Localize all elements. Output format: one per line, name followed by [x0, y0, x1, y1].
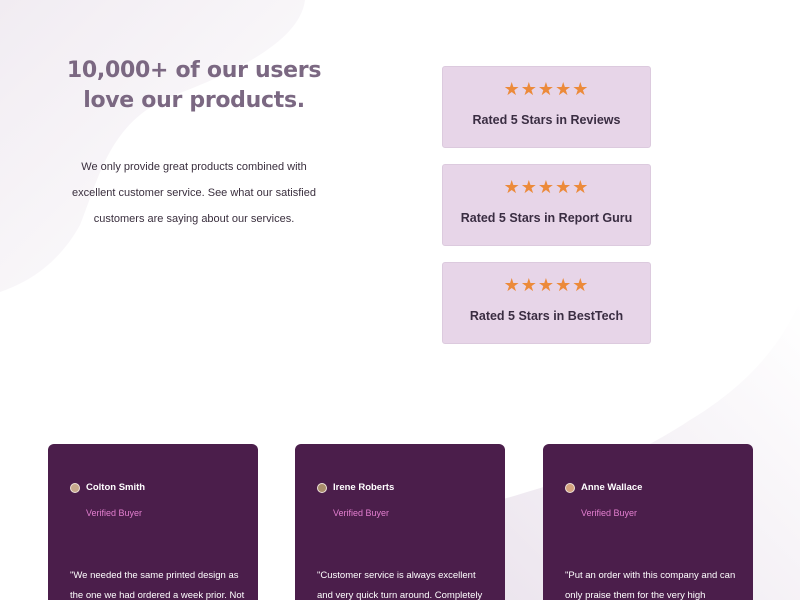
- avatar: [565, 482, 575, 493]
- avatar: [317, 482, 327, 493]
- rating-label: Rated 5 Stars in Report Guru: [460, 211, 633, 225]
- verified-buyer-badge: Verified Buyer: [581, 508, 638, 518]
- testimonial-card: Irene Roberts Verified Buyer "Customer s…: [295, 444, 505, 600]
- hero-title: 10,000+ of our users love our products.: [66, 58, 322, 113]
- testimonial-header: Colton Smith: [70, 482, 145, 493]
- avatar: [70, 482, 80, 493]
- testimonial-quote: "Put an order with this company and can …: [565, 570, 736, 600]
- testimonial-card: Anne Wallace Verified Buyer "Put an orde…: [543, 444, 753, 600]
- rating-card-reviews: ★★★★★ Rated 5 Stars in Reviews: [442, 66, 651, 148]
- testimonial-quote: "Customer service is always excellent an…: [317, 570, 483, 600]
- hero-section: 10,000+ of our users love our products. …: [60, 56, 328, 232]
- star-rating-icon: ★★★★★: [503, 177, 590, 198]
- rating-card-report-guru: ★★★★★ Rated 5 Stars in Report Guru: [442, 164, 651, 246]
- star-rating-icon: ★★★★★: [503, 79, 590, 100]
- reviewer-name: Anne Wallace: [581, 482, 643, 493]
- testimonial-quote: "We needed the same printed design as th…: [70, 570, 245, 600]
- hero-description: We only provide great products combined …: [72, 161, 316, 225]
- reviewer-name: Irene Roberts: [333, 482, 395, 493]
- reviewer-name: Colton Smith: [86, 482, 146, 493]
- verified-buyer-badge: Verified Buyer: [333, 508, 390, 518]
- star-rating-icon: ★★★★★: [503, 275, 590, 296]
- verified-buyer-badge: Verified Buyer: [86, 508, 143, 518]
- testimonial-header: Anne Wallace: [565, 482, 642, 493]
- testimonial-header: Irene Roberts: [317, 482, 394, 493]
- rating-card-besttech: ★★★★★ Rated 5 Stars in BestTech: [442, 262, 651, 344]
- rating-label: Rated 5 Stars in BestTech: [469, 309, 624, 323]
- rating-label: Rated 5 Stars in Reviews: [472, 113, 621, 127]
- testimonial-card: Colton Smith Verified Buyer "We needed t…: [48, 444, 258, 600]
